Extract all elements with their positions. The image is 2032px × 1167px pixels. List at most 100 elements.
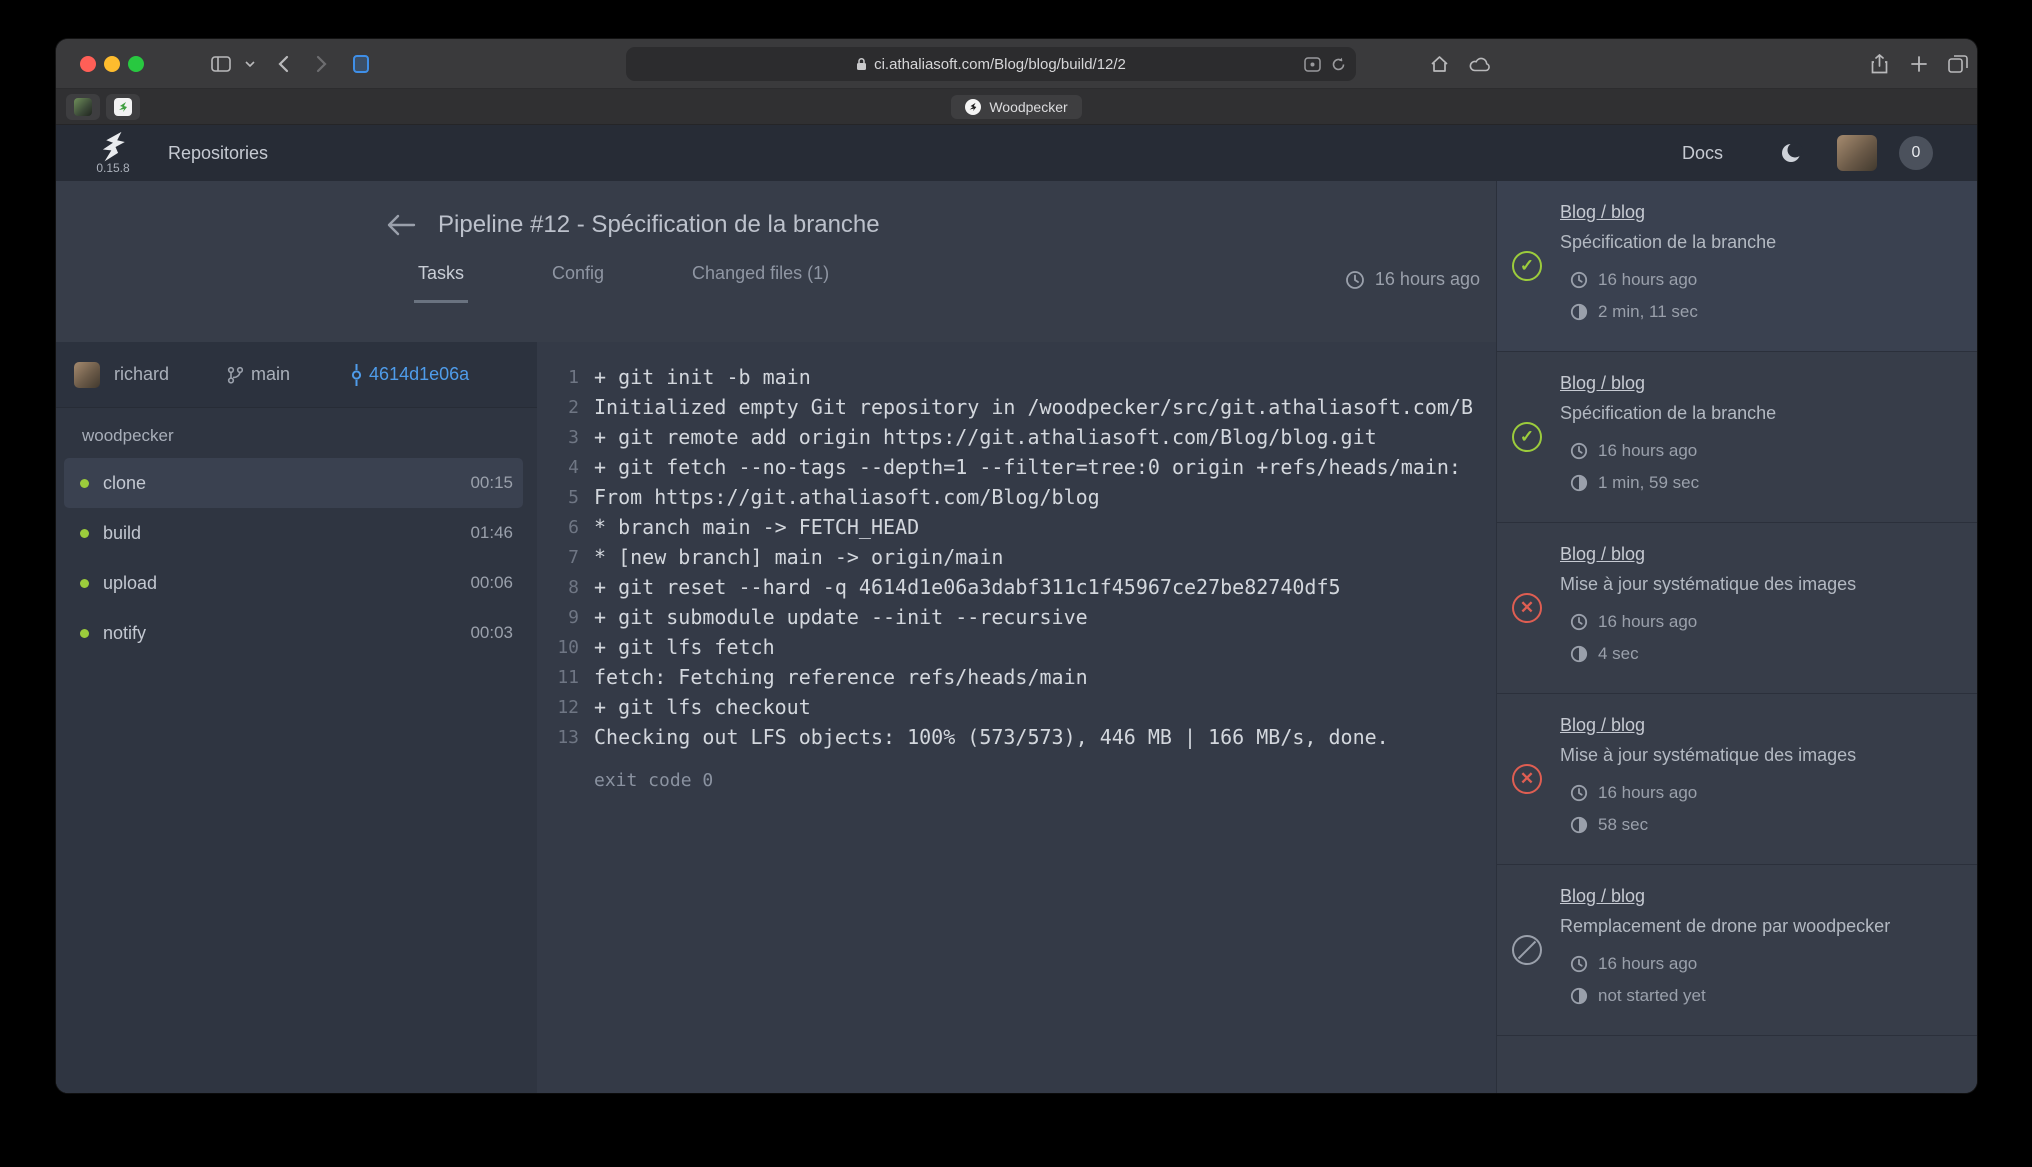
tab-tasks[interactable]: Tasks	[414, 263, 468, 303]
commit-hash: 4614d1e06a	[369, 364, 469, 385]
step-notify[interactable]: notify 00:03	[64, 608, 523, 658]
steps-panel: richard main 4614	[56, 342, 537, 1093]
pinned-tab-2[interactable]	[106, 94, 140, 120]
browser-window: ci.athaliasoft.com/Blog/blog/build/12/2	[56, 39, 1977, 1093]
pinned-tab-1-favicon	[74, 98, 92, 116]
browser-toolbar: ci.athaliasoft.com/Blog/blog/build/12/2	[56, 39, 1977, 89]
repo-link[interactable]: Blog / blog	[1560, 544, 1856, 565]
tab-changed-files[interactable]: Changed files (1)	[688, 263, 833, 303]
forward-icon[interactable]	[306, 39, 336, 89]
step-success-dot	[80, 479, 89, 488]
extension-badge-icon[interactable]	[1304, 57, 1321, 72]
log-line: 6* branch main -> FETCH_HEAD	[537, 512, 1496, 542]
pinned-tab-2-favicon	[114, 98, 132, 116]
log-line: 7* [new branch] main -> origin/main	[537, 542, 1496, 572]
duration-icon	[1570, 474, 1588, 492]
log-line: 3+ git remote add origin https://git.ath…	[537, 422, 1496, 452]
repo-link[interactable]: Blog / blog	[1560, 373, 1776, 394]
repo-link[interactable]: Blog / blog	[1560, 715, 1856, 736]
feed-entry[interactable]: Blog / blog Mise à jour systématique des…	[1497, 523, 1977, 694]
repo-link[interactable]: Blog / blog	[1560, 202, 1776, 223]
status-icon	[1512, 251, 1542, 281]
clock-icon	[1570, 613, 1588, 631]
woodpecker-app: 0.15.8 Repositories Docs 0 Pipeline #12 …	[56, 125, 1977, 1093]
back-arrow-icon[interactable]	[386, 213, 416, 237]
commit-meta-row: richard main 4614	[56, 342, 537, 408]
close-window-button[interactable]	[80, 56, 96, 72]
tab-config[interactable]: Config	[548, 263, 608, 303]
commit-message: Spécification de la branche	[1560, 403, 1776, 424]
start-page-icon[interactable]	[346, 39, 376, 89]
page-title: Pipeline #12 - Spécification de la branc…	[438, 211, 880, 239]
share-icon[interactable]	[1862, 39, 1896, 89]
step-success-dot	[80, 629, 89, 638]
commit-message: Mise à jour systématique des images	[1560, 574, 1856, 595]
log-line: 11fetch: Fetching reference refs/heads/m…	[537, 662, 1496, 692]
clock-icon	[1570, 442, 1588, 460]
chevron-down-icon[interactable]	[240, 39, 260, 89]
log-line: 10+ git lfs fetch	[537, 632, 1496, 662]
woodpecker-favicon	[965, 99, 981, 115]
pipeline-header: Pipeline #12 - Spécification de la branc…	[56, 181, 1496, 342]
new-tab-icon[interactable]	[1902, 39, 1936, 89]
back-icon[interactable]	[268, 39, 298, 89]
app-version: 0.15.8	[96, 161, 129, 175]
pipeline-tabs: Tasks Config Changed files (1)	[414, 263, 1496, 303]
log-line: 8+ git reset --hard -q 4614d1e06a3dabf31…	[537, 572, 1496, 602]
dark-mode-toggle-icon[interactable]	[1779, 141, 1803, 165]
author-avatar	[74, 362, 100, 388]
log-line: 2Initialized empty Git repository in /wo…	[537, 392, 1496, 422]
step-clone[interactable]: clone 00:15	[64, 458, 523, 508]
branch-name: main	[251, 364, 290, 385]
author-name: richard	[114, 364, 169, 385]
log-line: 1+ git init -b main	[537, 362, 1496, 392]
reload-icon[interactable]	[1331, 57, 1346, 72]
feed-entry[interactable]: Blog / blog Spécification de la branche …	[1497, 352, 1977, 523]
duration-icon	[1570, 816, 1588, 834]
clock-icon	[1570, 784, 1588, 802]
minimize-window-button[interactable]	[104, 56, 120, 72]
pipeline-content: Pipeline #12 - Spécification de la branc…	[56, 181, 1496, 1093]
feed-entry[interactable]: Blog / blog Spécification de la branche …	[1497, 181, 1977, 352]
log-line: 4+ git fetch --no-tags --depth=1 --filte…	[537, 452, 1496, 482]
pinned-tab-1[interactable]	[66, 94, 100, 120]
duration-icon	[1570, 303, 1588, 321]
clock-icon	[1345, 270, 1365, 290]
cloud-icon[interactable]	[1462, 39, 1498, 89]
url-bar[interactable]: ci.athaliasoft.com/Blog/blog/build/12/2	[626, 47, 1356, 81]
pipeline-time: 16 hours ago	[1345, 269, 1480, 290]
nav-repositories-link[interactable]: Repositories	[168, 143, 268, 164]
commit-icon	[350, 364, 363, 386]
zoom-window-button[interactable]	[128, 56, 144, 72]
feed-entry[interactable]: Blog / blog Remplacement de drone par wo…	[1497, 865, 1977, 1036]
log-output[interactable]: 1+ git init -b main 2Initialized empty G…	[537, 342, 1496, 1093]
nav-docs-link[interactable]: Docs	[1682, 143, 1723, 164]
commit-message: Spécification de la branche	[1560, 232, 1776, 253]
pipeline-time-text: 16 hours ago	[1375, 269, 1480, 290]
feed-entry[interactable]: Blog / blog	[1497, 1036, 1977, 1093]
commit-link[interactable]: 4614d1e06a	[350, 364, 469, 386]
repo-link[interactable]: Blog / blog	[1560, 886, 1890, 907]
tab-overview-icon[interactable]	[1940, 39, 1976, 89]
step-upload[interactable]: upload 00:06	[64, 558, 523, 608]
clock-icon	[1570, 955, 1588, 973]
user-avatar[interactable]	[1837, 135, 1877, 171]
log-line: 12+ git lfs checkout	[537, 692, 1496, 722]
notifications-badge[interactable]: 0	[1899, 136, 1933, 170]
main-area: Pipeline #12 - Spécification de la branc…	[56, 181, 1977, 1093]
active-tab[interactable]: Woodpecker	[951, 95, 1081, 119]
pipeline-feed: Blog / blog Spécification de la branche …	[1496, 181, 1977, 1093]
status-icon	[1512, 593, 1542, 623]
branch-icon	[227, 366, 243, 384]
status-icon	[1512, 764, 1542, 794]
duration-icon	[1570, 987, 1588, 1005]
woodpecker-logo[interactable]: 0.15.8	[96, 131, 130, 175]
home-icon[interactable]	[1422, 39, 1456, 89]
tab-strip: Woodpecker	[56, 89, 1977, 125]
status-icon	[1512, 935, 1542, 965]
feed-entry[interactable]: Blog / blog Mise à jour systématique des…	[1497, 694, 1977, 865]
step-build[interactable]: build 01:46	[64, 508, 523, 558]
sidebar-toggle-icon[interactable]	[204, 39, 238, 89]
commit-message: Remplacement de drone par woodpecker	[1560, 916, 1890, 937]
log-line: 13Checking out LFS objects: 100% (573/57…	[537, 722, 1496, 752]
